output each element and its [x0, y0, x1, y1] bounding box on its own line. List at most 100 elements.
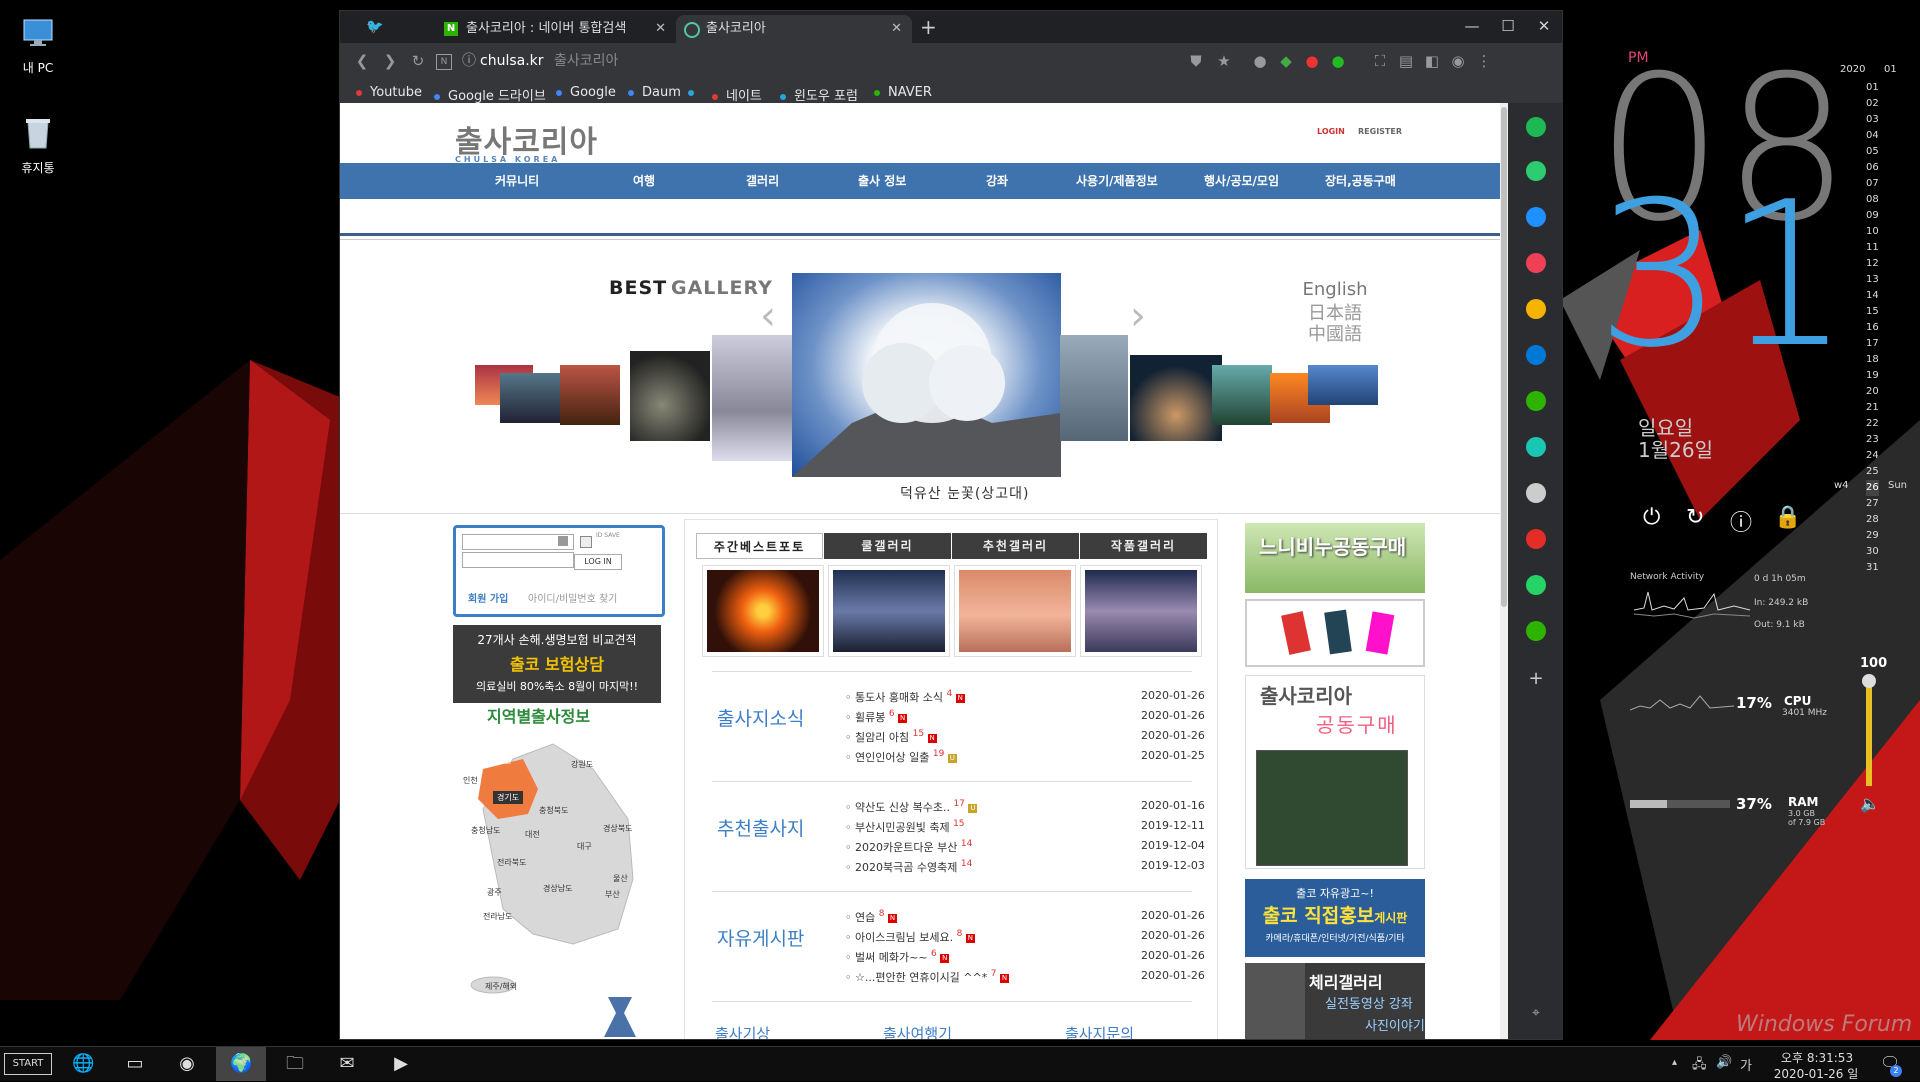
gallery-thumb[interactable] — [630, 351, 710, 441]
lang-chinese[interactable]: 中國語 — [1295, 320, 1375, 346]
screenshot-icon[interactable]: ⛶ — [1370, 51, 1390, 71]
notification-icon[interactable] — [1526, 161, 1546, 181]
nav-events[interactable]: 행사/공모/모임 — [1204, 163, 1279, 199]
prev-arrow-icon[interactable]: ‹ — [760, 293, 776, 339]
product-ad[interactable] — [1245, 599, 1425, 667]
bookmark-unnamed[interactable] — [688, 85, 702, 100]
gallery-thumb[interactable] — [712, 335, 804, 461]
post-item[interactable]: ◦ 휠류봉 6 N — [845, 709, 908, 725]
extension-icon[interactable]: ● — [1328, 51, 1348, 71]
lock-icon[interactable]: 🔒 — [1774, 505, 1801, 531]
star-icon[interactable]: ★ — [1214, 51, 1234, 71]
tab-works-gallery[interactable]: 작품갤러리 — [1080, 533, 1207, 559]
message-icon[interactable] — [1526, 575, 1546, 595]
chulsa-groupbuy-box[interactable]: 출사코리아 공동구매 — [1245, 675, 1425, 869]
profile-icon[interactable]: ◉ — [1448, 51, 1468, 71]
id-save-checkbox[interactable] — [580, 536, 592, 548]
nav-travel[interactable]: 여행 — [633, 163, 655, 199]
bookmark-naver[interactable]: NAVER — [874, 85, 932, 100]
post-item[interactable]: ◦ 통도사 홍매화 소식 4 N — [845, 689, 965, 705]
add-panel-icon[interactable]: + — [1526, 669, 1546, 689]
link-inquiry[interactable]: 출사지문의 — [1065, 1023, 1134, 1039]
extension-icon[interactable]: ● — [1250, 51, 1270, 71]
gallery-thumb[interactable] — [500, 373, 560, 423]
edge-icon[interactable] — [1526, 345, 1546, 365]
reader-icon[interactable]: ▤ — [1396, 51, 1416, 71]
close-tab-icon[interactable]: ✕ — [891, 15, 902, 43]
post-item[interactable]: ◦ 부산시민공원빛 축제 15 — [845, 819, 965, 835]
evernote-icon[interactable] — [1526, 621, 1546, 641]
tab-weekly-best[interactable]: 주간베스트포토 — [696, 533, 823, 559]
region-gyeonggi[interactable]: 경기도 — [493, 791, 524, 804]
power-icon[interactable]: ⏻ — [1643, 505, 1669, 531]
bookmark-windows-forum[interactable]: 윈도우 포럼 — [780, 85, 858, 104]
region-jeju[interactable]: 제주/해외 — [485, 981, 517, 992]
pocket-icon[interactable] — [1526, 253, 1546, 273]
region-daejeon[interactable]: 대전 — [525, 829, 540, 840]
join-link[interactable]: 회원 가입 — [468, 590, 508, 605]
mail-icon[interactable]: ✉ — [336, 1053, 358, 1075]
media-player-icon[interactable]: ▶ — [390, 1053, 412, 1075]
volume-icon[interactable]: 🔊 — [1716, 1055, 1732, 1070]
restart-icon[interactable]: ↻ — [1686, 505, 1712, 531]
tab-chulsa[interactable]: 출사코리아 ✕ — [676, 15, 912, 43]
bookmark-daum[interactable]: Daum — [628, 85, 681, 100]
weekly-photo[interactable] — [954, 565, 1076, 657]
post-item[interactable]: ◦ 연인인어상 일출 19 U — [845, 749, 957, 765]
tab-recommended-gallery[interactable]: 추천갤러리 — [952, 533, 1079, 559]
nav-reviews[interactable]: 사용기/제품정보 — [1076, 163, 1158, 199]
close-tab-icon[interactable]: ✕ — [655, 15, 666, 43]
region-chungbuk[interactable]: 충청북도 — [539, 805, 568, 816]
region-jeonnam[interactable]: 전라남도 — [483, 911, 512, 922]
active-app-highlight[interactable]: 🌍 — [216, 1047, 266, 1081]
password-input[interactable] — [462, 552, 574, 568]
find-account-link[interactable]: 아이디/비밀번호 찾기 — [528, 590, 617, 605]
forward-icon[interactable]: ❯ — [380, 51, 400, 71]
region-gyeongnam[interactable]: 경상남도 — [543, 883, 572, 894]
tray-clock-date[interactable]: 2020-01-26 일 — [1766, 1065, 1866, 1082]
youtube-icon[interactable] — [1526, 529, 1546, 549]
speaker-icon[interactable]: 🔈 — [1860, 794, 1880, 813]
gallery-thumb[interactable] — [1060, 335, 1128, 441]
section-title-recommended[interactable]: 추천출사지 — [717, 814, 804, 841]
gallery-thumb[interactable] — [1308, 365, 1378, 405]
gallery-thumb[interactable] — [1212, 365, 1272, 425]
gallery-main-photo[interactable] — [792, 273, 1061, 477]
bookmark-youtube[interactable]: Youtube — [356, 85, 422, 100]
browser-icon[interactable]: ◉ — [176, 1053, 198, 1075]
nav-lecture[interactable]: 강좌 — [986, 163, 1008, 199]
region-ulsan[interactable]: 울산 — [613, 873, 628, 884]
site-logo[interactable]: 출사코리아 CHULSA KOREA — [455, 117, 598, 164]
naver-home-icon[interactable]: N — [436, 54, 452, 70]
post-item[interactable]: ◦ ☆...편안한 연휴이시길 ^^* 7 N — [845, 969, 1009, 985]
region-gangwon[interactable]: 강원도 — [571, 759, 593, 770]
bookmark-nate[interactable]: 네이트 — [712, 85, 762, 104]
extension-icon[interactable]: ● — [1302, 51, 1322, 71]
region-daegu[interactable]: 대구 — [577, 841, 592, 852]
post-item[interactable]: ◦ 약산도 신상 복수초.. 17 U — [845, 799, 978, 815]
lang-english[interactable]: English — [1295, 279, 1375, 300]
tray-expand-icon[interactable]: ▴ — [1672, 1057, 1677, 1068]
next-arrow-icon[interactable]: › — [1130, 293, 1146, 339]
nav-market[interactable]: 장터,공동구매 — [1325, 163, 1396, 199]
network-icon[interactable]: 🖧 — [1692, 1055, 1707, 1077]
start-button[interactable]: START — [4, 1053, 52, 1075]
reload-icon[interactable]: ↻ — [408, 51, 428, 71]
link-weather[interactable]: 출사기상 — [715, 1023, 770, 1039]
play-icon[interactable] — [1526, 437, 1546, 457]
close-window-icon[interactable]: ✕ — [1526, 11, 1562, 41]
post-item[interactable]: ◦ 칠암리 아침 15 N — [845, 729, 937, 745]
bird-icon[interactable]: 🐦 — [366, 19, 386, 35]
tray-clock-time[interactable]: 오후 8:31:53 — [1772, 1049, 1862, 1066]
region-gwangju[interactable]: 광주 — [487, 887, 502, 898]
cherry-gallery-banner[interactable]: 체리갤러리 실전동영상 강좌 사진이야기 — [1245, 963, 1425, 1039]
scrollbar-thumb[interactable] — [1501, 107, 1507, 607]
free-ad-banner[interactable]: 출코 자유광고~! 출코 직접홍보게시판 카메라/휴대폰/인터넷/가전/식품/기… — [1245, 879, 1425, 957]
ime-indicator[interactable]: 가 — [1740, 1055, 1752, 1074]
post-item[interactable]: ◦ 2020카운트다운 부산 14 — [845, 839, 972, 855]
nav-gallery[interactable]: 갤러리 — [746, 163, 779, 199]
calendar-icon[interactable] — [1526, 207, 1546, 227]
scrollbar[interactable] — [1500, 103, 1508, 1039]
region-busan[interactable]: 부산 — [605, 889, 620, 900]
region-jeonbuk[interactable]: 전라북도 — [497, 857, 526, 868]
